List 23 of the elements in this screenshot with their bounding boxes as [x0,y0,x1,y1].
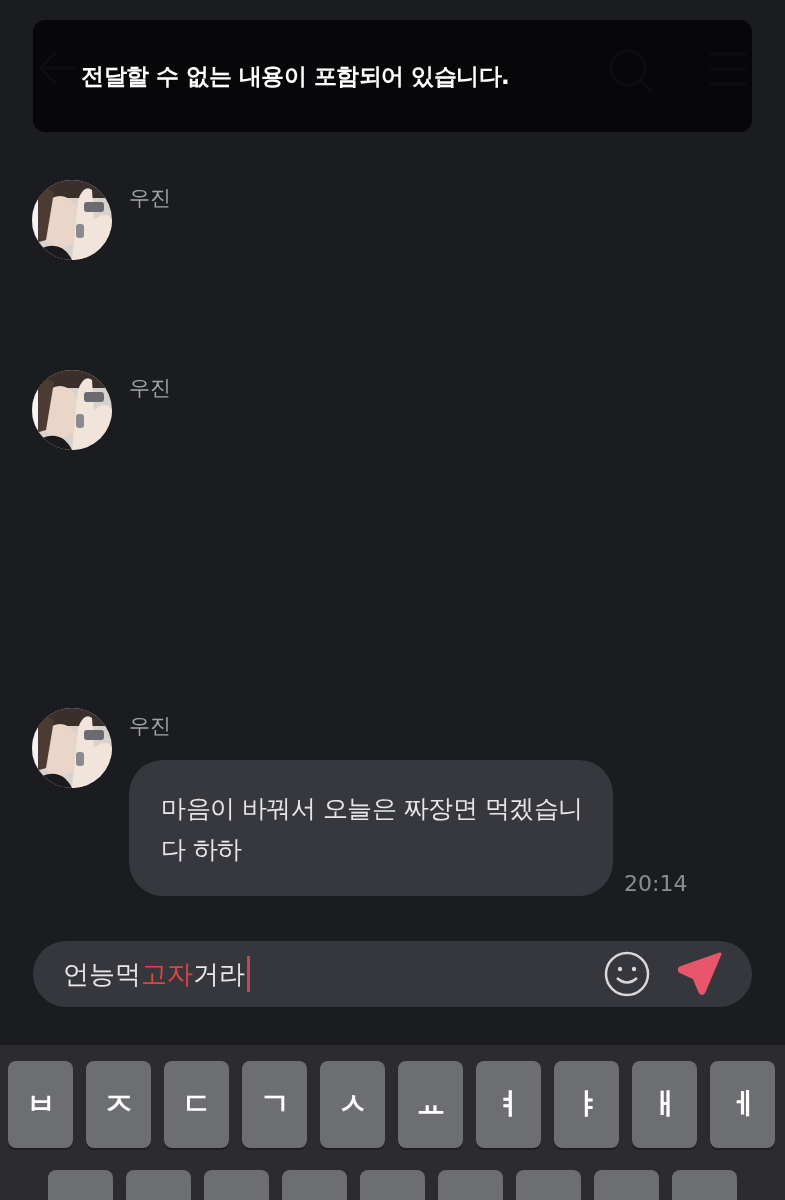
keyboard-key[interactable]: ㅅ [320,1061,385,1148]
text-cursor [247,956,250,992]
sender-name: 우진 [129,185,171,212]
sender-name: 우진 [129,375,171,402]
message-input[interactable]: 언능먹 고자거라 [33,941,752,1007]
keyboard-key[interactable]: ㅔ [710,1061,775,1148]
keyboard-key[interactable]: ㅐ [632,1061,697,1148]
sender-name: 우진 [129,713,171,740]
input-text: 언능먹 [63,957,141,991]
input-text: 고자 [141,957,193,991]
input-text: 거라 [193,957,245,991]
smiley-icon[interactable] [604,951,650,997]
keyboard-key[interactable]: ㄷ [164,1061,229,1148]
message-time: 20:14 [624,871,688,896]
keyboard-key[interactable]: ㅕ [476,1061,541,1148]
keyboard-key[interactable]: ㅑ [554,1061,619,1148]
keyboard-key[interactable]: ㅛ [398,1061,463,1148]
toast-message: 전달할 수 없는 내용이 포함되어 있습니다. [81,61,510,91]
message-bubble: 마음이 바꿔서 오늘은 짜장면 먹겠습니다 하하 [129,760,613,896]
keyboard-key[interactable]: ㅂ [8,1061,73,1148]
keyboard-key[interactable]: ㅈ [86,1061,151,1148]
keyboard-key[interactable]: ㄱ [242,1061,307,1148]
send-icon[interactable] [678,952,722,996]
